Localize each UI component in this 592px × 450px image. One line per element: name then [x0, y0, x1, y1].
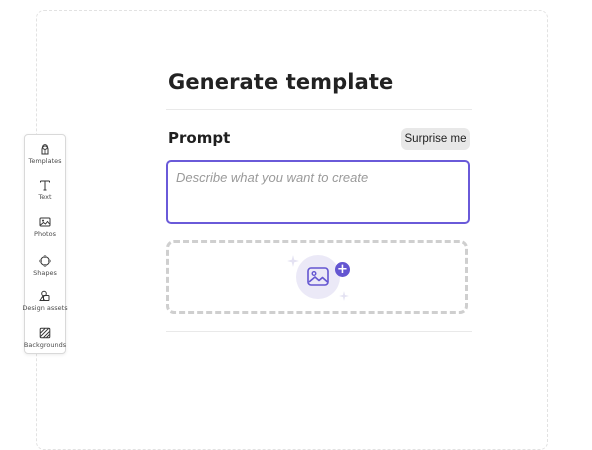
- templates-icon: [41, 144, 49, 155]
- page-title: Generate template: [168, 70, 394, 94]
- rail-item-backgrounds[interactable]: Backgrounds: [23, 327, 67, 361]
- sparkle-icon: [287, 255, 299, 267]
- shapes-icon: [39, 255, 51, 267]
- rail-item-label: Design assets: [22, 304, 68, 312]
- divider: [166, 109, 472, 110]
- prompt-input[interactable]: [166, 160, 470, 224]
- rail-item-shapes[interactable]: Shapes: [25, 255, 65, 289]
- surprise-me-button[interactable]: Surprise me: [401, 128, 470, 150]
- rail-item-label: Text: [38, 193, 52, 201]
- rail-item-label: Backgrounds: [23, 341, 67, 349]
- photos-icon: [39, 217, 51, 227]
- text-icon: [40, 180, 50, 191]
- rail-item-photos[interactable]: Photos: [25, 216, 65, 250]
- rail-item-label: Photos: [34, 230, 56, 238]
- backgrounds-icon: [39, 327, 51, 339]
- image-icon: [307, 267, 329, 286]
- rail-item-label: Templates: [28, 157, 62, 165]
- prompt-label: Prompt: [168, 129, 231, 147]
- design-assets-icon: [39, 290, 50, 301]
- rail-item-templates[interactable]: Templates: [25, 143, 65, 177]
- rail-item-text[interactable]: Text: [25, 179, 65, 213]
- divider: [166, 331, 472, 332]
- rail-item-label: Shapes: [33, 269, 57, 277]
- left-rail: Templates Text Photos Shapes Design asse…: [22, 134, 68, 354]
- sparkle-icon: [339, 291, 349, 301]
- plus-icon[interactable]: +: [335, 262, 350, 277]
- rail-item-design-assets[interactable]: Design assets: [22, 290, 68, 324]
- add-image-icon[interactable]: [296, 255, 340, 299]
